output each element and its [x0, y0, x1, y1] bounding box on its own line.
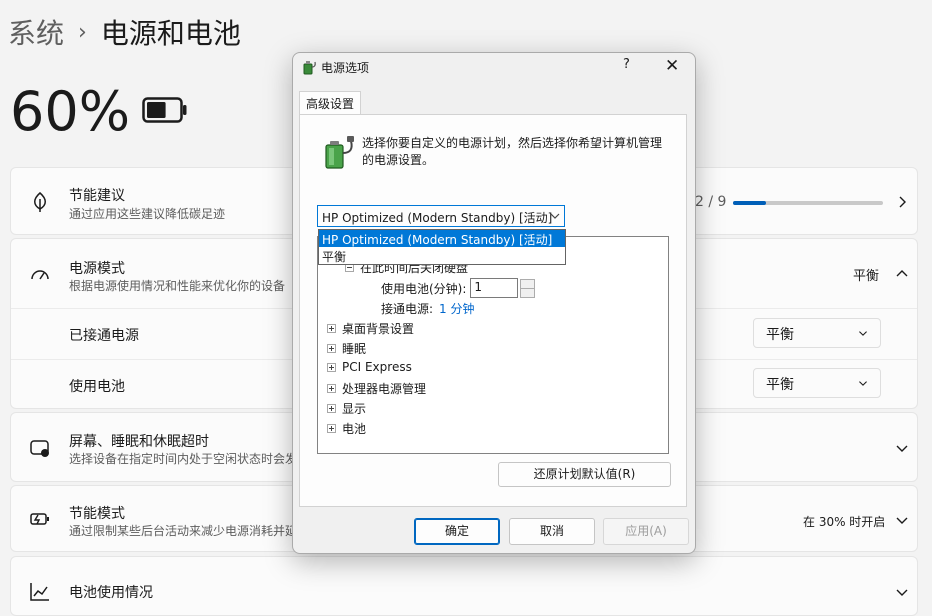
- apply-button[interactable]: 应用(A): [603, 518, 689, 545]
- chevron-down-icon: [896, 589, 908, 596]
- restore-defaults-button[interactable]: 还原计划默认值(R): [498, 462, 671, 487]
- plugged-in-select[interactable]: 平衡: [753, 318, 881, 348]
- battery-usage-title: 电池使用情况: [69, 585, 153, 601]
- power-mode-title: 电源模式: [69, 261, 125, 277]
- energy-saver-icon: [30, 513, 49, 525]
- battery-usage-card[interactable]: 电池使用情况: [10, 556, 918, 616]
- speedometer-icon: [31, 270, 49, 280]
- expand-icon[interactable]: [327, 384, 336, 393]
- dialog-title: 电源选项: [321, 61, 370, 75]
- plugged-in-value-link[interactable]: 1 分钟: [439, 300, 474, 317]
- energy-saver-value: 在 30% 时开启: [803, 515, 886, 529]
- screen-sleep-title: 屏幕、睡眠和休眠超时: [69, 434, 209, 450]
- power-plan-dropdown-list: HP Optimized (Modern Standby) [活动] 平衡: [318, 229, 566, 265]
- energy-saver-title: 节能模式: [69, 506, 125, 522]
- expand-icon[interactable]: [327, 344, 336, 353]
- on-battery-minutes-label: 使用电池(分钟):: [381, 281, 467, 296]
- on-battery-minutes-row: 使用电池(分钟): 1: [381, 278, 536, 298]
- help-button[interactable]: ?: [623, 57, 630, 72]
- plugged-in-row: 接通电源: 1 分钟: [381, 300, 475, 317]
- power-plan-option-hp-optimized[interactable]: HP Optimized (Modern Standby) [活动]: [319, 230, 565, 247]
- chevron-down-icon: [896, 517, 908, 524]
- tree-item-processor-power[interactable]: 处理器电源管理: [327, 380, 426, 397]
- on-battery-select[interactable]: 平衡: [753, 368, 881, 398]
- tree-item-pci-express[interactable]: PCI Express: [327, 360, 412, 374]
- on-battery-minutes-spinner[interactable]: 1: [470, 278, 536, 298]
- tree-item-battery[interactable]: 电池: [327, 420, 366, 437]
- breadcrumb-separator: ›: [78, 19, 87, 45]
- chevron-down-icon: [859, 381, 867, 386]
- tree-item-sleep[interactable]: 睡眠: [327, 340, 366, 357]
- page-title: 电源和电池: [100, 17, 241, 50]
- energy-recommendations-subtitle: 通过应用这些建议降低碳足迹: [69, 207, 226, 221]
- breadcrumb: 系统 › 电源和电池: [8, 12, 241, 52]
- tree-item-display[interactable]: 显示: [327, 400, 366, 417]
- expand-icon[interactable]: [327, 424, 336, 433]
- energy-recommendations-title: 节能建议: [69, 188, 125, 204]
- tree-item-label: 电池: [342, 422, 367, 436]
- power-plan-option-balanced[interactable]: 平衡: [319, 247, 565, 264]
- energy-recommendations-progress: [733, 201, 883, 205]
- battery-percent: 60%: [10, 80, 131, 143]
- power-options-dialog: 电源选项 ? ✕ 高级设置 选择你要自定义的电源计划，然后选择你希望计算机管理的…: [292, 52, 696, 554]
- energy-recommendations-count: 2 / 9: [695, 194, 727, 210]
- power-settings-tree: 在此时间后关闭硬盘 使用电池(分钟): 1 接通电源: 1 分钟 桌面背景设置: [317, 236, 669, 454]
- tree-item-label: PCI Express: [342, 360, 412, 374]
- breadcrumb-parent[interactable]: 系统: [8, 12, 64, 52]
- power-plan-combobox[interactable]: HP Optimized (Modern Standby) [活动]: [317, 205, 565, 227]
- expand-icon[interactable]: [327, 362, 336, 372]
- battery-icon: [142, 97, 187, 123]
- energy-saver-subtitle: 通过限制某些后台活动来减少电源消耗并延: [69, 524, 298, 538]
- chevron-down-icon: [550, 213, 560, 219]
- power-plan-selected: HP Optimized (Modern Standby) [活动]: [322, 211, 553, 225]
- ok-button[interactable]: 确定: [414, 518, 500, 545]
- power-mode-value: 平衡: [853, 269, 880, 284]
- tree-item-label: 桌面背景设置: [342, 322, 415, 336]
- power-mode-subtitle: 根据电源使用情况和性能来优化你的设备: [69, 279, 286, 293]
- tab-advanced-settings[interactable]: 高级设置: [299, 91, 361, 115]
- on-battery-minutes-value: 1: [474, 280, 483, 294]
- expand-icon[interactable]: [327, 404, 336, 413]
- chart-icon: [30, 583, 49, 601]
- leaf-icon: [34, 192, 46, 212]
- chevron-down-icon: [896, 445, 908, 452]
- plugged-in-tree-label: 接通电源:: [381, 302, 434, 316]
- dialog-description: 选择你要自定义的电源计划，然后选择你希望计算机管理的电源设置。: [362, 136, 663, 167]
- plugged-in-label: 已接通电源: [69, 328, 139, 344]
- chevron-right-icon: [899, 196, 906, 208]
- screen-sleep-icon: [30, 440, 49, 457]
- chevron-down-icon: [859, 331, 867, 336]
- on-battery-select-value: 平衡: [766, 377, 794, 393]
- on-battery-label: 使用电池: [69, 379, 125, 395]
- power-options-icon: [303, 61, 316, 75]
- close-button[interactable]: ✕: [665, 56, 679, 76]
- expand-icon[interactable]: [327, 324, 336, 333]
- spin-down-button[interactable]: [520, 288, 536, 298]
- cancel-button[interactable]: 取消: [509, 518, 595, 545]
- tree-item-label: 睡眠: [342, 342, 367, 356]
- plugged-in-select-value: 平衡: [766, 327, 794, 343]
- tree-item-desktop-background[interactable]: 桌面背景设置: [327, 320, 414, 337]
- chevron-up-icon[interactable]: [895, 267, 909, 281]
- screen-sleep-subtitle: 选择设备在指定时间内处于空闲状态时会发: [69, 452, 298, 466]
- tree-item-label: 处理器电源管理: [342, 382, 427, 396]
- advanced-settings-panel: 选择你要自定义的电源计划，然后选择你希望计算机管理的电源设置。 HP Optim…: [299, 114, 687, 507]
- battery-plug-icon: [325, 136, 354, 169]
- tree-item-label: 显示: [342, 402, 367, 416]
